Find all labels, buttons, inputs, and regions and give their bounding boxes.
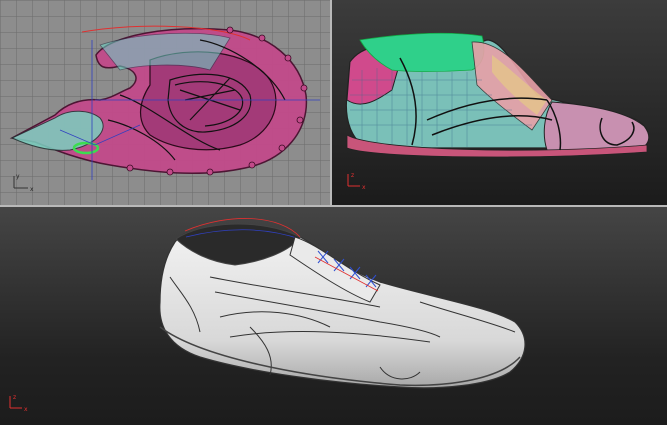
axis-z-label: z — [351, 172, 354, 179]
mesh-overlay — [99, 32, 231, 71]
main-viewport[interactable]: z x — [0, 207, 667, 425]
axis-y-label: y — [16, 173, 20, 180]
top-viewport[interactable]: y x — [0, 0, 330, 205]
axis-x-label: x — [362, 184, 366, 191]
axis-x-label: x — [24, 406, 28, 413]
axis-z-label: z — [13, 394, 16, 401]
colored-shoe-drawing: z x — [345, 32, 650, 191]
white-shoe-drawing: z x — [9, 218, 526, 413]
perspective-viewport[interactable]: z x — [332, 0, 667, 205]
top-view-drawing: y x — [9, 25, 320, 193]
axis-x-label: x — [30, 186, 34, 193]
